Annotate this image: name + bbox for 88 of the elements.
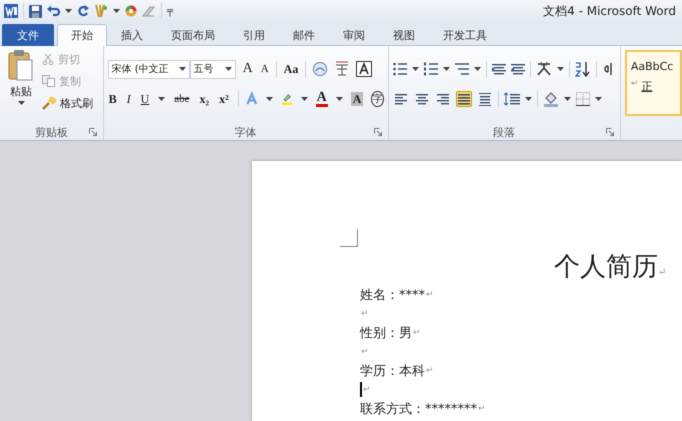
file-tab[interactable]: 文件: [2, 24, 54, 46]
enclose-characters-button[interactable]: 字: [371, 91, 384, 107]
copy-icon: [42, 75, 55, 87]
multilevel-list-icon[interactable]: [454, 62, 469, 76]
ribbon-tab[interactable]: 审阅: [329, 24, 379, 46]
brush-icon: [42, 96, 56, 110]
crop-mark: [340, 229, 358, 247]
dropdown-icon[interactable]: [524, 97, 532, 101]
clipboard-icon: [8, 50, 34, 82]
dropdown-icon[interactable]: [564, 97, 571, 101]
eraser-icon[interactable]: [142, 5, 156, 17]
dropdown-icon[interactable]: [158, 97, 166, 101]
character-border-icon[interactable]: [356, 61, 372, 77]
line-spacing-icon[interactable]: [504, 92, 520, 106]
ribbon-tab[interactable]: 视图: [379, 24, 429, 46]
shading-icon[interactable]: [542, 91, 559, 107]
save-icon[interactable]: [29, 4, 42, 18]
dropdown-icon[interactable]: [18, 101, 24, 105]
redo-icon[interactable]: [77, 5, 89, 17]
sort-icon[interactable]: [574, 61, 591, 77]
color-wheel-icon[interactable]: [125, 5, 137, 17]
font-name-field[interactable]: 宋体 (中文正: [108, 60, 190, 78]
format-painter-button[interactable]: 格式刷: [42, 94, 93, 112]
dialog-launcher-icon[interactable]: [606, 128, 614, 136]
group-label: 段落: [493, 124, 516, 140]
underline-button[interactable]: U: [140, 92, 150, 106]
paragraph-mark: ↵: [361, 346, 369, 356]
dropdown-icon[interactable]: [594, 97, 602, 101]
ribbon-tab[interactable]: 开发工具: [429, 24, 501, 46]
dialog-launcher-icon[interactable]: [374, 128, 382, 136]
style-preview: AaBbCc: [630, 60, 674, 73]
align-center-button[interactable]: [414, 91, 430, 107]
paragraph-mark: ↵: [363, 384, 371, 394]
subscript-button[interactable]: x₂: [198, 92, 210, 106]
borders-icon[interactable]: [576, 92, 590, 106]
dropdown-icon[interactable]: [474, 67, 481, 71]
font-color-button[interactable]: A: [316, 91, 328, 107]
ribbon-tab[interactable]: 插入: [107, 24, 157, 46]
dropdown-icon[interactable]: [442, 67, 450, 71]
change-case-button[interactable]: Aa: [282, 62, 300, 76]
ribbon-tab[interactable]: 引用: [229, 24, 279, 46]
align-right-button[interactable]: [434, 91, 451, 107]
dropdown-icon[interactable]: [266, 97, 274, 101]
text-cursor: [360, 382, 362, 397]
strikethrough-button[interactable]: abe: [173, 93, 191, 105]
dropdown-icon[interactable]: [336, 97, 343, 101]
bold-button[interactable]: B: [108, 92, 118, 106]
customize-toolbar-button[interactable]: ╤: [167, 6, 174, 16]
group-label: 剪贴板: [34, 124, 68, 140]
document-title: 个人简历↵: [554, 251, 666, 284]
highlighter-icon[interactable]: [281, 91, 293, 107]
ribbon-tab[interactable]: 页面布局: [157, 24, 229, 46]
paste-button[interactable]: 粘贴: [4, 50, 38, 124]
dropdown-icon[interactable]: [113, 9, 120, 13]
grow-font-button[interactable]: A: [242, 61, 254, 77]
dropdown-icon[interactable]: [224, 67, 232, 71]
document-line: 联系方式：********↵: [360, 400, 486, 418]
align-left-button[interactable]: [392, 91, 409, 107]
increase-indent-icon[interactable]: [510, 62, 525, 76]
scissors-icon: [42, 53, 54, 65]
shrink-font-button[interactable]: A: [260, 63, 270, 75]
decrease-indent-icon[interactable]: [492, 62, 506, 76]
dropdown-icon[interactable]: [556, 67, 564, 71]
dropdown-icon[interactable]: [65, 9, 72, 13]
ribbon-tab[interactable]: 邮件: [279, 24, 329, 46]
dropdown-icon[interactable]: [412, 67, 419, 71]
font-size-field[interactable]: 五号: [190, 60, 236, 78]
paragraph-mark: ↵: [361, 308, 369, 318]
numbering-icon[interactable]: [424, 62, 438, 76]
group-label: 字体: [234, 124, 257, 140]
dropdown-icon[interactable]: [178, 67, 186, 71]
document-line: 性别：男↵: [360, 324, 422, 342]
window-title: 文档4 - Microsoft Word: [543, 2, 677, 20]
document-line: 姓名：****↵: [360, 286, 435, 304]
dialog-launcher-icon[interactable]: [88, 128, 97, 136]
style-gallery-item[interactable]: AaBbCc ↵ 正: [624, 50, 682, 116]
dropdown-icon[interactable]: [300, 97, 308, 101]
ribbon-tab[interactable]: 开始: [57, 24, 107, 46]
italic-button[interactable]: I: [126, 92, 132, 106]
document-line: 学历：本科↵: [360, 362, 435, 380]
superscript-button[interactable]: x²: [218, 92, 230, 106]
undo-icon[interactable]: [47, 5, 60, 17]
style-name: ↵ 正: [630, 79, 654, 94]
distributed-button[interactable]: [476, 91, 493, 107]
bullets-icon[interactable]: [392, 62, 407, 76]
word-logo-icon[interactable]: [4, 4, 18, 18]
justify-button[interactable]: [456, 91, 472, 107]
character-shading-button[interactable]: A: [350, 92, 364, 106]
